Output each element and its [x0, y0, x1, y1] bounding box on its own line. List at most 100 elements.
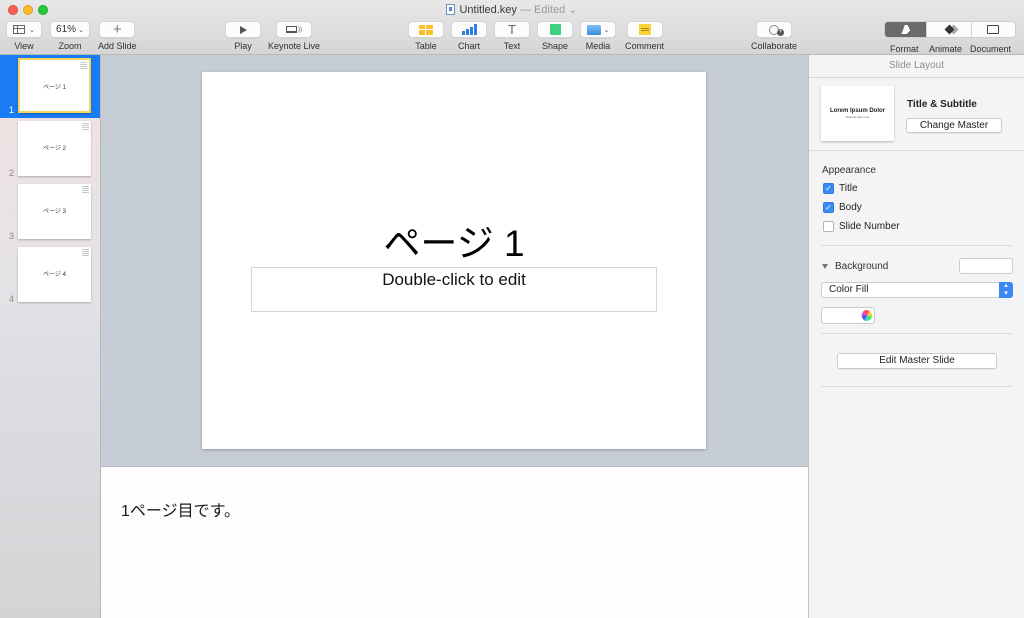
table-icon	[419, 24, 433, 35]
presenter-notes-text[interactable]: 1ページ目です。	[121, 497, 240, 521]
media-button[interactable]: ⌄ Media	[580, 21, 616, 51]
plus-icon: +	[112, 20, 122, 38]
sidebar-layout-icon	[13, 25, 26, 34]
collaborate-button[interactable]: + Collaborate	[751, 21, 797, 51]
diamond-icon	[944, 24, 954, 35]
keynote-live-button[interactable]: )) Keynote Live	[268, 21, 320, 51]
up-down-chevron-icon: ▴ ▾	[999, 282, 1013, 298]
inspector-segmented-control	[884, 21, 1016, 38]
body-checkbox[interactable]: ✓	[823, 202, 834, 213]
media-label: Media	[585, 41, 611, 51]
chevron-down-icon: ⌄	[603, 26, 610, 34]
slide-thumbnail-preview: ページ 3	[18, 184, 91, 239]
text-label: Text	[503, 41, 521, 51]
bar-chart-icon	[461, 24, 477, 35]
slide-number: 3	[9, 231, 15, 241]
slide-thumbnail-2[interactable]: ページ 2 2	[0, 118, 100, 181]
slide-body-placeholder[interactable]: Double-click to edit	[251, 267, 657, 312]
play-icon	[239, 25, 247, 34]
body-checkbox-label: Body	[839, 202, 862, 213]
zoom-value: 61%	[56, 24, 77, 35]
fill-color-well[interactable]	[821, 307, 875, 324]
slide-thumbnail-3[interactable]: ページ 3 3	[0, 181, 100, 244]
document-edited-status: — Edited ⌄	[520, 4, 578, 16]
toolbar: Untitled.key — Edited ⌄ ⌄ View 61% ⌄ Zoo…	[0, 0, 1024, 55]
background-disclosure[interactable]: Background	[821, 261, 888, 272]
chart-button[interactable]: Chart	[451, 21, 487, 51]
window-title[interactable]: Untitled.key — Edited ⌄	[0, 3, 1024, 16]
paintbrush-icon	[901, 25, 911, 34]
view-button[interactable]: ⌄ View	[6, 21, 42, 51]
text-icon: T	[508, 22, 516, 37]
document-icon	[987, 25, 1000, 34]
broadcast-laptop-icon	[286, 26, 298, 33]
slide-number: 4	[9, 294, 15, 304]
master-thumbnail-subtitle: Nostrud quis tune	[845, 115, 870, 119]
slide-number: 1	[9, 105, 15, 115]
disclosure-triangle-icon	[822, 264, 828, 269]
layout-name: Title & Subtitle	[907, 99, 977, 110]
document-filename: Untitled.key	[459, 4, 517, 16]
photo-icon	[586, 24, 601, 35]
slide-thumbnail-title: ページ 1	[43, 85, 66, 91]
color-wheel-icon[interactable]	[861, 310, 872, 321]
slide-number-checkbox-row[interactable]: Slide Number	[823, 221, 900, 232]
appearance-label: Appearance	[822, 165, 876, 176]
slide-canvas: ページ 1 Double-click to edit	[101, 55, 808, 466]
shape-label: Shape	[541, 41, 569, 51]
animate-tab[interactable]	[926, 22, 971, 37]
divider	[821, 386, 1013, 387]
comment-label: Comment	[625, 41, 665, 51]
document-tab[interactable]	[970, 22, 1015, 37]
title-checkbox-row[interactable]: ✓ Title	[823, 183, 858, 194]
change-master-button[interactable]: Change Master	[906, 118, 1002, 133]
add-slide-label: Add Slide	[98, 41, 137, 51]
add-slide-button[interactable]: + Add Slide	[98, 21, 137, 51]
zoom-label: Zoom	[58, 41, 82, 51]
format-tab[interactable]	[885, 22, 927, 37]
add-person-icon: +	[769, 24, 785, 36]
slide-number-checkbox-label: Slide Number	[839, 221, 900, 232]
title-checkbox[interactable]: ✓	[823, 183, 834, 194]
body-checkbox-row[interactable]: ✓ Body	[823, 202, 862, 213]
slide-thumbnail-preview: ページ 2	[18, 121, 91, 176]
chevron-down-icon: ⌄	[78, 26, 84, 34]
slide-number: 2	[9, 168, 15, 178]
slide-thumbnail-title: ページ 4	[43, 272, 66, 278]
fill-type-select[interactable]: Color Fill ▴ ▾	[821, 282, 1013, 298]
keynote-document-icon	[446, 4, 456, 15]
slide[interactable]: ページ 1 Double-click to edit	[202, 72, 706, 449]
table-label: Table	[415, 41, 437, 51]
chevron-down-icon: ⌄	[29, 26, 35, 34]
master-thumbnail-title: Lorem Ipsum Dolor	[829, 108, 885, 114]
presenter-notes[interactable]: 1ページ目です。	[101, 466, 808, 618]
edit-master-slide-button[interactable]: Edit Master Slide	[837, 353, 997, 369]
shape-icon	[549, 24, 561, 35]
animate-label: Animate	[929, 44, 963, 54]
keynote-window: Untitled.key — Edited ⌄ ⌄ View 61% ⌄ Zoo…	[0, 0, 1024, 618]
slide-number-checkbox[interactable]	[823, 221, 834, 232]
text-button[interactable]: T Text	[494, 21, 530, 51]
background-color-swatch[interactable]	[959, 258, 1013, 274]
inspector-header: Slide Layout	[809, 55, 1024, 78]
notes-indicator-icon	[80, 62, 87, 70]
slide-thumbnail-preview: ページ 4	[18, 247, 91, 302]
zoom-popup[interactable]: 61% ⌄ Zoom	[50, 21, 90, 51]
shape-button[interactable]: Shape	[537, 21, 573, 51]
notes-indicator-icon	[82, 123, 89, 131]
slide-thumbnail-1[interactable]: ページ 1 1	[0, 55, 100, 118]
master-thumbnail[interactable]: Lorem Ipsum Dolor Nostrud quis tune	[821, 86, 894, 141]
divider	[821, 245, 1013, 246]
comment-button[interactable]: Comment	[625, 21, 664, 51]
slide-thumbnail-4[interactable]: ページ 4 4	[0, 244, 100, 307]
title-checkbox-label: Title	[839, 183, 858, 194]
collaborate-label: Collaborate	[751, 41, 798, 51]
format-inspector: Slide Layout Lorem Ipsum Dolor Nostrud q…	[808, 55, 1024, 618]
table-button[interactable]: Table	[408, 21, 444, 51]
notes-indicator-icon	[82, 186, 89, 194]
format-label: Format	[890, 44, 919, 54]
play-button[interactable]: Play	[225, 21, 261, 51]
slide-title[interactable]: ページ 1	[202, 213, 706, 267]
slide-layout-section: Lorem Ipsum Dolor Nostrud quis tune Titl…	[809, 78, 1024, 151]
slide-thumbnail-title: ページ 3	[43, 209, 66, 215]
